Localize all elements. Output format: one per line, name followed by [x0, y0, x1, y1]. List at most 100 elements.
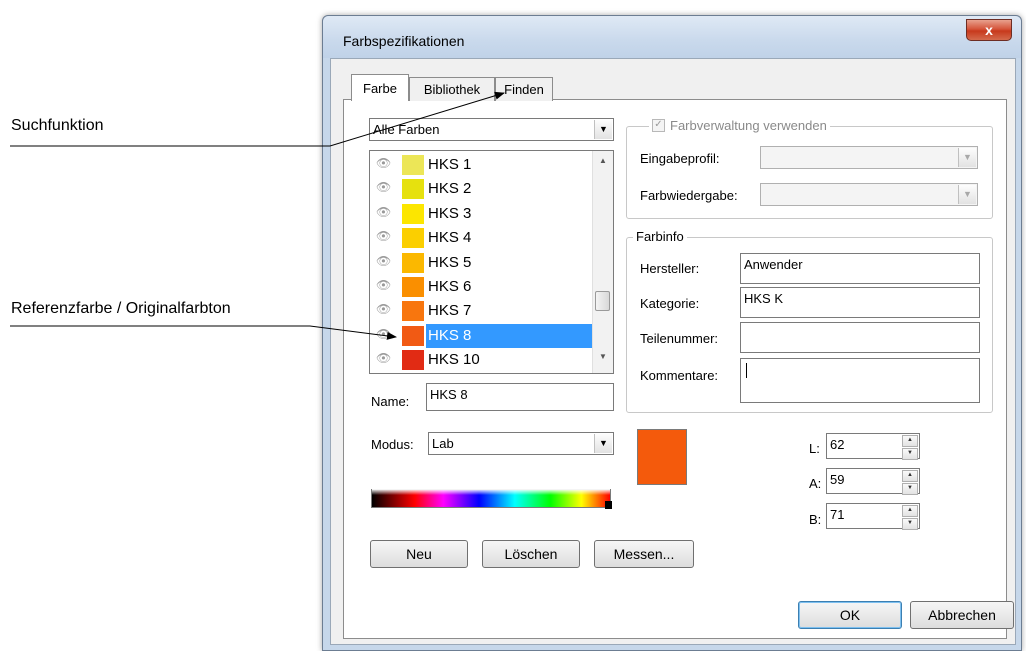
checkbox-icon: ✓ — [652, 119, 665, 133]
comments-label: Kommentare: — [640, 368, 719, 383]
color-list-item-label: HKS 1 — [428, 156, 472, 173]
window-title: Farbspezifikationen — [343, 33, 465, 49]
reference-color-annotation: Referenzfarbe / Originalfarbton — [11, 300, 231, 317]
color-list-item[interactable]: 👁 HKS 2 — [370, 177, 594, 201]
color-list-item-label: HKS 5 — [428, 253, 472, 271]
eye-icon[interactable]: 👁 — [376, 351, 391, 365]
l-value: 62 — [830, 437, 845, 452]
manufacturer-input[interactable]: Anwender — [740, 253, 980, 284]
category-input[interactable]: HKS K — [740, 287, 980, 318]
gradient-slider-marker[interactable] — [605, 501, 612, 509]
a-value-spinner[interactable]: 59 ▲ ▼ — [826, 468, 920, 495]
color-swatch — [402, 203, 424, 224]
tab-finden[interactable]: Finden — [495, 77, 553, 101]
color-swatch — [402, 301, 424, 322]
ok-button[interactable]: OK — [798, 601, 902, 629]
search-function-annotation: Suchfunktion — [11, 117, 104, 134]
l-label: L: — [809, 441, 820, 456]
color-swatch — [402, 252, 424, 273]
input-profile-dropdown[interactable]: ▼ — [760, 146, 978, 169]
color-list-item[interactable]: 👁 HKS 6 — [370, 275, 594, 299]
rendering-dropdown[interactable]: ▼ — [760, 183, 978, 206]
color-filter-dropdown[interactable]: Alle Farben ▼ — [369, 118, 614, 141]
mode-value: Lab — [432, 436, 454, 451]
b-value-spinner[interactable]: 71 ▲ ▼ — [826, 503, 920, 530]
color-management-label: Farbverwaltung verwenden — [670, 118, 827, 133]
title-bar[interactable]: Farbspezifikationen x — [323, 16, 1021, 58]
color-info-legend: Farbinfo — [633, 229, 687, 244]
part-number-input[interactable] — [740, 322, 980, 353]
color-filter-value: Alle Farben — [373, 122, 440, 137]
eye-icon[interactable]: 👁 — [376, 205, 391, 219]
chevron-down-icon[interactable]: ▼ — [958, 185, 976, 204]
color-list-item-label: HKS 7 — [428, 302, 472, 320]
color-list-item[interactable]: 👁 HKS 5 — [370, 251, 594, 275]
color-gradient-slider[interactable] — [371, 489, 611, 508]
color-list-item[interactable]: 👁 HKS 8 — [370, 323, 594, 348]
close-button[interactable]: x — [966, 19, 1012, 41]
close-icon: x — [985, 22, 993, 38]
eye-icon[interactable]: 👁 — [376, 180, 391, 194]
category-label: Kategorie: — [640, 296, 700, 311]
color-list-item-label: HKS 10 — [428, 351, 480, 369]
color-list-item[interactable]: 👁 HKS 3 — [370, 202, 594, 226]
name-input-value: HKS 8 — [430, 387, 468, 402]
tab-bibliothek[interactable]: Bibliothek — [409, 77, 495, 101]
scrollbar-thumb[interactable] — [595, 291, 610, 311]
part-number-label: Teilenummer: — [640, 331, 719, 346]
color-list-scrollbar[interactable]: ▲ ▼ — [592, 151, 613, 373]
color-swatch — [402, 228, 424, 249]
color-preview-swatch — [637, 429, 687, 485]
mode-label: Modus: — [371, 437, 414, 452]
rendering-label: Farbwiedergabe: — [640, 188, 738, 203]
tab-farbe[interactable]: Farbe — [351, 74, 409, 101]
eye-icon[interactable]: 👁 — [376, 156, 391, 170]
spin-down-icon[interactable]: ▼ — [902, 483, 918, 495]
spin-down-icon[interactable]: ▼ — [902, 518, 918, 530]
color-swatch — [402, 277, 424, 297]
color-list-item-label: HKS 4 — [428, 229, 472, 247]
manufacturer-label: Hersteller: — [640, 261, 700, 276]
chevron-down-icon[interactable]: ▼ — [594, 120, 612, 139]
color-list-item-label: HKS 3 — [428, 204, 472, 222]
new-button[interactable]: Neu — [370, 540, 468, 568]
measure-button[interactable]: Messen... — [594, 540, 694, 568]
color-list-item-label: HKS 6 — [428, 278, 472, 295]
scroll-down-arrow-icon[interactable]: ▼ — [593, 349, 613, 365]
color-swatch — [402, 350, 424, 371]
chevron-down-icon[interactable]: ▼ — [594, 434, 612, 453]
cancel-button[interactable]: Abbrechen — [910, 601, 1014, 629]
eye-icon[interactable]: 👁 — [376, 278, 391, 292]
delete-button[interactable]: Löschen — [482, 540, 580, 568]
eye-icon[interactable]: 👁 — [376, 327, 391, 341]
b-value: 71 — [830, 507, 845, 522]
mode-dropdown[interactable]: Lab ▼ — [428, 432, 614, 455]
spin-down-icon[interactable]: ▼ — [902, 448, 918, 460]
color-list-item[interactable]: 👁 HKS 7 — [370, 299, 594, 323]
scroll-up-arrow-icon[interactable]: ▲ — [593, 153, 613, 169]
l-value-spinner[interactable]: 62 ▲ ▼ — [826, 433, 920, 460]
eye-icon[interactable]: 👁 — [376, 302, 391, 316]
color-list-item[interactable]: 👁 HKS 10 — [370, 348, 594, 372]
a-label: A: — [809, 476, 822, 491]
color-management-checkbox[interactable]: ✓ Farbverwaltung verwenden — [649, 118, 830, 134]
b-label: B: — [809, 512, 822, 527]
input-profile-label: Eingabeprofil: — [640, 151, 720, 166]
a-value: 59 — [830, 472, 845, 487]
spin-up-icon[interactable]: ▲ — [902, 470, 918, 482]
comments-textarea[interactable] — [740, 358, 980, 403]
name-input[interactable]: HKS 8 — [426, 383, 614, 411]
spin-up-icon[interactable]: ▲ — [902, 435, 918, 447]
spin-up-icon[interactable]: ▲ — [902, 505, 918, 517]
color-list[interactable]: 👁 HKS 1 👁 HKS 2 👁 HKS 3 👁 HKS 4 👁 HKS 5 👁 HKS 6 👁 HKS… — [369, 150, 614, 374]
color-list-item-label: HKS 2 — [428, 180, 472, 198]
color-list-item[interactable]: 👁 HKS 1 — [370, 153, 594, 177]
color-swatch — [402, 155, 424, 175]
chevron-down-icon[interactable]: ▼ — [958, 148, 976, 167]
eye-icon[interactable]: 👁 — [376, 229, 391, 243]
color-swatch — [402, 179, 424, 200]
color-list-item[interactable]: 👁 HKS 4 — [370, 226, 594, 250]
color-list-item-label: HKS 8 — [426, 323, 594, 348]
eye-icon[interactable]: 👁 — [376, 254, 391, 268]
manufacturer-value: Anwender — [744, 257, 803, 272]
